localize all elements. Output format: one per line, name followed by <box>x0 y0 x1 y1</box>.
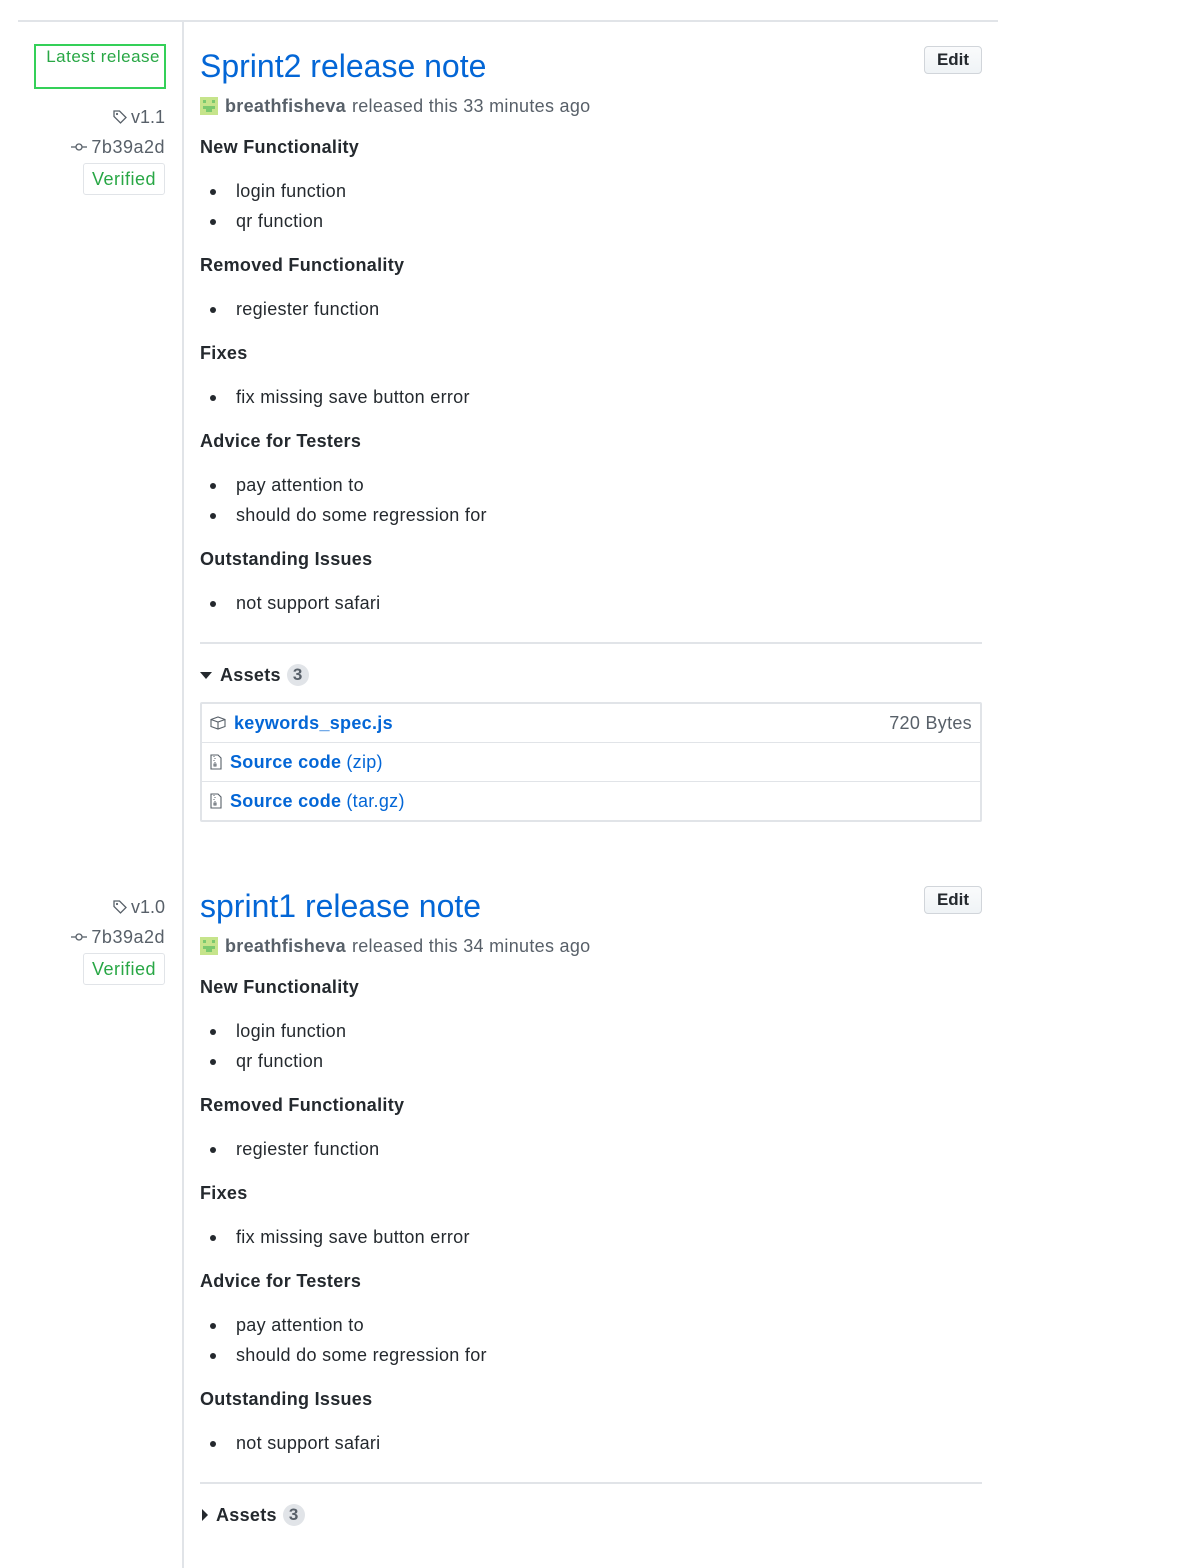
assets-toggle[interactable]: Assets 3 <box>200 662 982 688</box>
section-list: regiester function <box>200 294 982 324</box>
verified-badge[interactable]: Verified <box>82 953 165 985</box>
section-heading: Outstanding Issues <box>200 1389 373 1409</box>
author-link[interactable]: breathfisheva <box>225 936 346 957</box>
avatar[interactable] <box>200 97 218 115</box>
assets-divider <box>200 642 982 644</box>
tag-link[interactable]: v1.1 <box>40 102 165 132</box>
tag-label: v1.0 <box>130 897 165 917</box>
section-list: pay attention to should do some regressi… <box>200 470 982 530</box>
asset-ext[interactable]: (tar.gz) <box>346 791 404 812</box>
asset-row[interactable]: Source code (zip) <box>202 742 980 781</box>
tag-icon <box>113 110 127 124</box>
released-time: released this 34 minutes ago <box>351 935 591 956</box>
released-time: released this 33 minutes ago <box>351 95 591 116</box>
list-item: not support safari <box>200 588 982 618</box>
list-item: should do some regression for <box>200 500 982 530</box>
latest-release-badge: Latest release <box>34 44 166 89</box>
avatar[interactable] <box>200 937 218 955</box>
section-heading: Fixes <box>200 1183 248 1203</box>
section-heading: Outstanding Issues <box>200 549 373 569</box>
assets-count: 3 <box>286 664 309 686</box>
section-heading: Removed Functionality <box>200 1095 405 1115</box>
section-heading: New Functionality <box>200 137 360 157</box>
asset-row[interactable]: keywords_spec.js 720 Bytes <box>202 704 980 742</box>
list-item: fix missing save button error <box>200 382 982 412</box>
section-list: login function qr function <box>200 176 982 236</box>
git-commit-icon <box>71 143 88 151</box>
section-list: regiester function <box>200 1134 982 1164</box>
file-zip-icon <box>210 754 222 770</box>
asset-size: 720 Bytes <box>889 712 972 733</box>
assets-divider <box>200 1482 982 1484</box>
list-item: not support safari <box>200 1428 982 1458</box>
commit-link[interactable]: 7b39a2d <box>40 922 165 952</box>
asset-name[interactable]: Source code <box>230 791 341 812</box>
list-item: login function <box>200 176 982 206</box>
release-meta: breathfisheva released this 33 minutes a… <box>200 94 982 118</box>
asset-ext[interactable]: (zip) <box>346 752 383 773</box>
edit-button[interactable]: Edit <box>924 46 982 74</box>
release-title[interactable]: sprint1 release note <box>200 886 982 926</box>
section-list: fix missing save button error <box>200 382 982 412</box>
commit-sha: 7b39a2d <box>91 137 165 157</box>
commit-link[interactable]: 7b39a2d <box>40 132 165 162</box>
list-item: qr function <box>200 206 982 236</box>
list-item: should do some regression for <box>200 1340 982 1370</box>
tag-icon <box>113 900 127 914</box>
section-heading: Removed Functionality <box>200 255 405 275</box>
asset-name[interactable]: keywords_spec.js <box>234 713 393 734</box>
release-title[interactable]: Sprint2 release note <box>200 46 982 86</box>
section-heading: Advice for Testers <box>200 431 362 451</box>
list-item: fix missing save button error <box>200 1222 982 1252</box>
list-item: qr function <box>200 1046 982 1076</box>
section-list: login function qr function <box>200 1016 982 1076</box>
verified-badge[interactable]: Verified <box>82 163 165 195</box>
release-card-2: Edit sprint1 release note breathfisheva … <box>200 886 982 1528</box>
edit-button[interactable]: Edit <box>924 886 982 914</box>
section-list: pay attention to should do some regressi… <box>200 1310 982 1370</box>
assets-label: Assets <box>220 664 281 685</box>
release-2-sidebar: v1.0 7b39a2d Verified <box>40 892 165 985</box>
assets-count: 3 <box>282 1504 305 1526</box>
triangle-down-icon <box>200 671 212 679</box>
release-1-sidebar: v1.1 7b39a2d Verified <box>40 102 165 195</box>
asset-name[interactable]: Source code <box>230 752 341 773</box>
timeline-rule <box>182 22 184 1568</box>
section-list: not support safari <box>200 588 982 618</box>
commit-sha: 7b39a2d <box>91 927 165 947</box>
release-card-1: Edit Sprint2 release note breathfisheva … <box>200 46 982 822</box>
section-list: fix missing save button error <box>200 1222 982 1252</box>
release-meta: breathfisheva released this 34 minutes a… <box>200 934 982 958</box>
git-commit-icon <box>71 933 88 941</box>
top-divider <box>18 20 998 22</box>
package-icon <box>210 716 226 730</box>
file-zip-icon <box>210 793 222 809</box>
triangle-right-icon <box>202 1509 208 1521</box>
assets-toggle[interactable]: Assets 3 <box>200 1502 982 1528</box>
assets-list: keywords_spec.js 720 Bytes Source code (… <box>200 702 982 822</box>
author-link[interactable]: breathfisheva <box>225 96 346 117</box>
tag-label: v1.1 <box>130 107 165 127</box>
section-heading: Fixes <box>200 343 248 363</box>
assets-label: Assets <box>216 1504 277 1525</box>
section-heading: New Functionality <box>200 977 360 997</box>
list-item: login function <box>200 1016 982 1046</box>
section-list: not support safari <box>200 1428 982 1458</box>
asset-row[interactable]: Source code (tar.gz) <box>202 781 980 820</box>
tag-link[interactable]: v1.0 <box>40 892 165 922</box>
list-item: regiester function <box>200 1134 982 1164</box>
list-item: regiester function <box>200 294 982 324</box>
section-heading: Advice for Testers <box>200 1271 362 1291</box>
list-item: pay attention to <box>200 470 982 500</box>
list-item: pay attention to <box>200 1310 982 1340</box>
